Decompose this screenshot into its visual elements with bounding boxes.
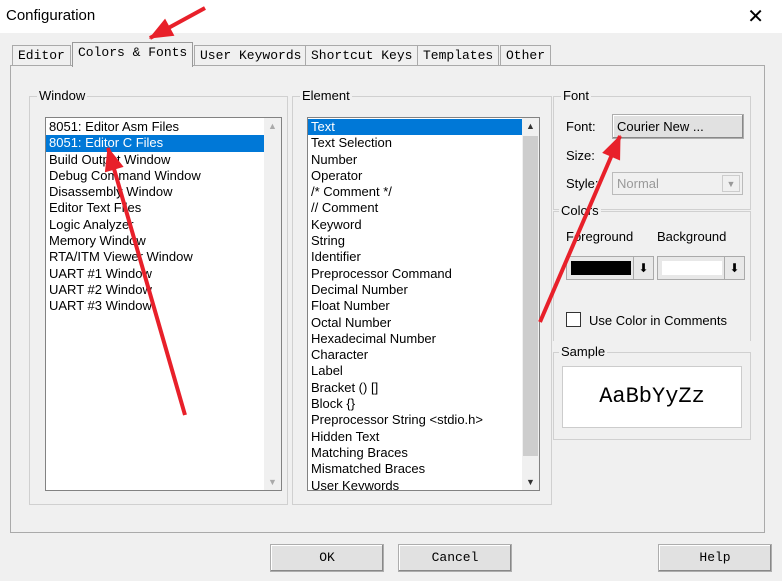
annotation-arrow-line (106, 147, 187, 416)
annotation-arrow-line (538, 135, 622, 323)
annotation-arrow-head (602, 134, 621, 161)
annotation-arrows (104, 6, 622, 416)
annotation-arrow-head (104, 146, 124, 173)
annotation-arrow-head (148, 18, 175, 39)
tab-colors-fonts[interactable]: Colors & Fonts (72, 42, 194, 67)
